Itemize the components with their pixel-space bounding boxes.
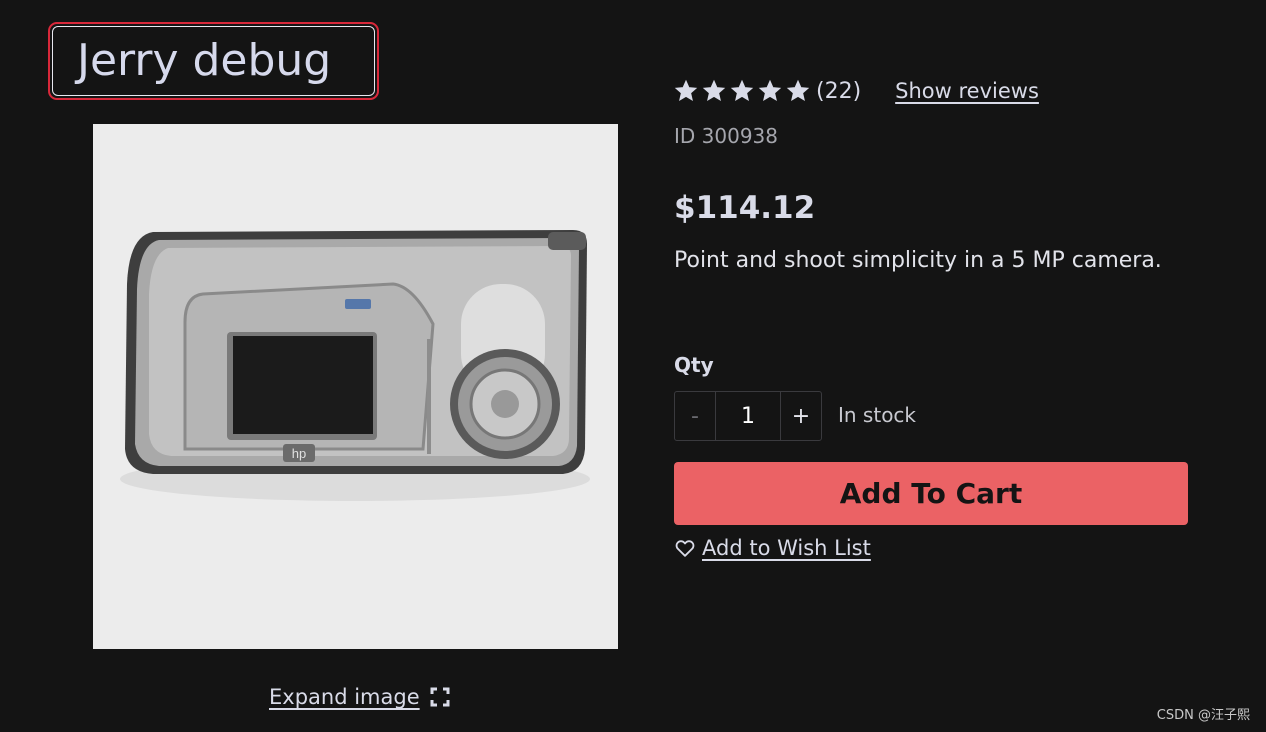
product-image[interactable]: hp bbox=[93, 124, 618, 649]
star-icon bbox=[730, 79, 754, 102]
expand-icon bbox=[430, 687, 450, 707]
qty-increase-button[interactable]: + bbox=[781, 392, 821, 440]
star-icon bbox=[702, 79, 726, 102]
show-reviews-link[interactable]: Show reviews bbox=[895, 79, 1039, 103]
svg-text:hp: hp bbox=[292, 446, 306, 461]
expand-image-link[interactable]: Expand image bbox=[269, 685, 450, 709]
star-icon bbox=[786, 79, 810, 102]
product-description: Point and shoot simplicity in a 5 MP cam… bbox=[674, 248, 1162, 273]
product-title-frame: Jerry debug bbox=[52, 26, 375, 96]
add-to-wishlist-link[interactable]: Add to Wish List bbox=[674, 536, 871, 560]
product-title: Jerry debug bbox=[77, 35, 332, 86]
product-price: $114.12 bbox=[674, 190, 816, 226]
watermark: CSDN @汪子熙 bbox=[1156, 708, 1250, 723]
star-icon bbox=[758, 79, 782, 102]
quantity-stepper: - 1 + bbox=[674, 391, 822, 441]
product-title-highlight: Jerry debug bbox=[48, 22, 379, 100]
product-rating: (22) Show reviews bbox=[674, 74, 1039, 108]
qty-decrease-button[interactable]: - bbox=[675, 392, 715, 440]
heart-icon bbox=[675, 540, 695, 557]
product-id: ID 300938 bbox=[674, 124, 779, 148]
qty-label: Qty bbox=[674, 353, 714, 377]
star-icon bbox=[674, 79, 698, 102]
expand-image-label: Expand image bbox=[269, 685, 420, 709]
wishlist-label: Add to Wish List bbox=[702, 536, 871, 560]
stock-status: In stock bbox=[838, 403, 917, 427]
rating-stars bbox=[674, 79, 810, 103]
rating-count: (22) bbox=[816, 78, 862, 104]
qty-input[interactable]: 1 bbox=[715, 392, 781, 440]
add-to-cart-button[interactable]: Add To Cart bbox=[674, 462, 1188, 525]
camera-image: hp bbox=[93, 124, 618, 649]
